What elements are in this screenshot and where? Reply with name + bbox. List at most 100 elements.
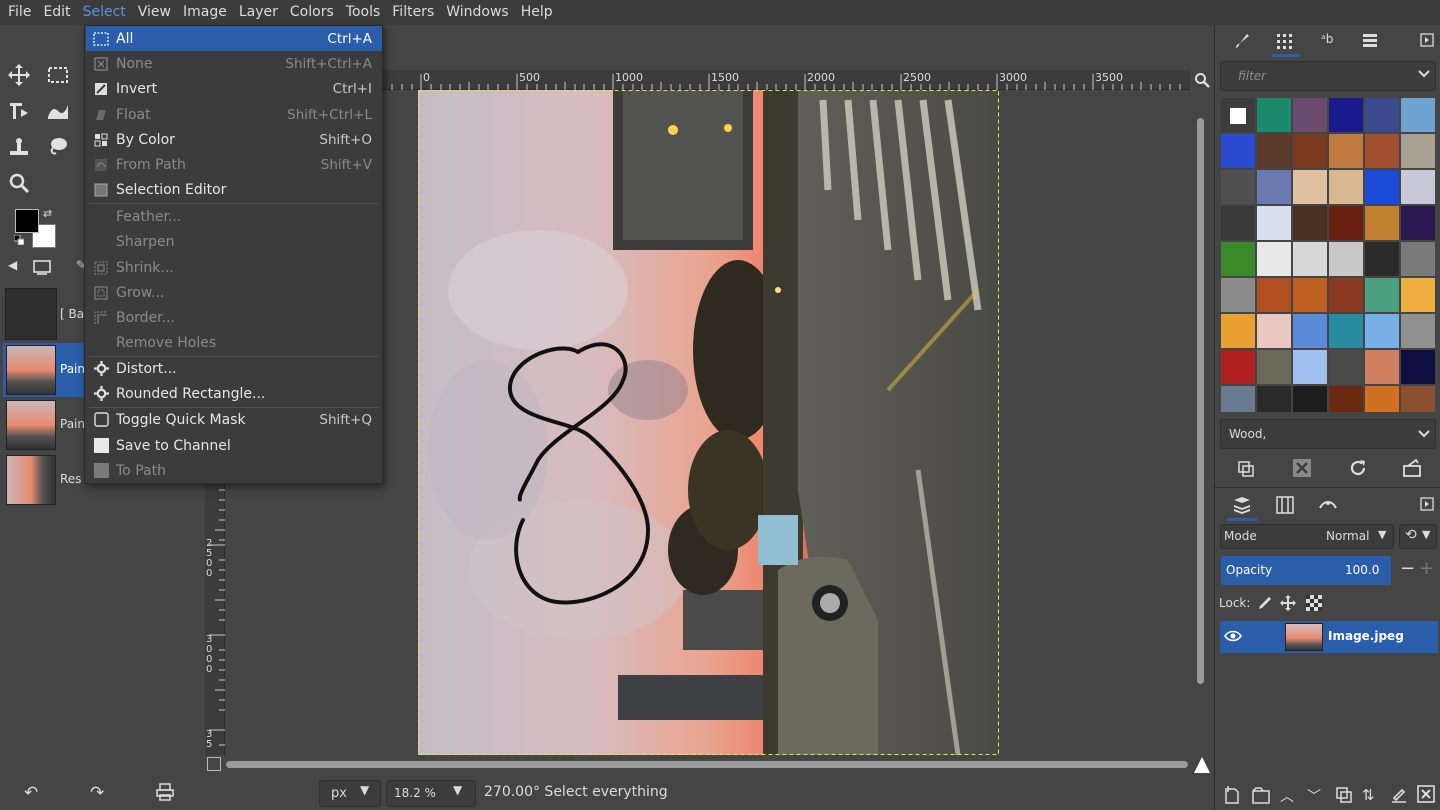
- layer-name[interactable]: Image.jpeg: [1328, 629, 1404, 643]
- delete-layer-icon[interactable]: [1417, 785, 1435, 807]
- undo-icon[interactable]: ↶: [24, 783, 38, 803]
- pattern-swatch[interactable]: [1257, 242, 1291, 276]
- pattern-swatch[interactable]: [1257, 98, 1291, 132]
- print-icon[interactable]: [155, 783, 175, 805]
- lasso-tool-icon[interactable]: [42, 131, 74, 163]
- image-thumb-2[interactable]: [6, 345, 56, 395]
- lower-layer-icon[interactable]: ﹀: [1307, 786, 1321, 806]
- rect-select-tool-icon[interactable]: [42, 59, 74, 91]
- foreground-color-swatch[interactable]: [15, 209, 39, 233]
- lock-position-icon[interactable]: [1280, 595, 1296, 615]
- menu-select[interactable]: Select: [77, 0, 132, 25]
- pattern-swatch[interactable]: [1365, 242, 1399, 276]
- pattern-swatch[interactable]: [1401, 350, 1435, 384]
- menu-item-selection-editor[interactable]: Selection Editor: [86, 177, 382, 202]
- quick-mask-toggle-icon[interactable]: [207, 757, 221, 771]
- paths-tab-icon[interactable]: [1318, 496, 1338, 518]
- pattern-swatch[interactable]: [1401, 278, 1435, 312]
- layers-tab-icon[interactable]: [1232, 496, 1252, 518]
- menu-item-from-path[interactable]: From Path Shift+V: [86, 152, 382, 177]
- new-layer-icon[interactable]: [1224, 786, 1240, 808]
- pattern-swatch[interactable]: [1221, 314, 1255, 348]
- menu-item-sharpen[interactable]: Sharpen: [86, 229, 382, 254]
- pattern-swatch[interactable]: [1401, 170, 1435, 204]
- new-layer-group-icon[interactable]: [1252, 786, 1270, 808]
- pattern-swatch[interactable]: [1329, 350, 1363, 384]
- patterns-tab-icon[interactable]: [1275, 32, 1295, 56]
- pattern-swatch[interactable]: [1401, 314, 1435, 348]
- brushes-tab-icon[interactable]: [1233, 32, 1251, 54]
- unit-selector[interactable]: px ▼: [319, 780, 381, 807]
- image-thumb-4[interactable]: [6, 455, 56, 505]
- pattern-swatch[interactable]: [1257, 386, 1291, 412]
- pattern-swatch[interactable]: [1365, 314, 1399, 348]
- pattern-swatch[interactable]: [1293, 314, 1327, 348]
- menu-help[interactable]: Help: [515, 0, 559, 25]
- layer-row-selected[interactable]: Image.jpeg: [1220, 621, 1438, 653]
- open-pattern-icon[interactable]: [1402, 458, 1422, 482]
- layer-mask-icon[interactable]: [1390, 786, 1408, 808]
- pattern-swatch[interactable]: [1293, 278, 1327, 312]
- pattern-swatch[interactable]: [1293, 170, 1327, 204]
- menu-item-feather[interactable]: Feather...: [86, 204, 382, 229]
- channels-tab-icon[interactable]: [1276, 496, 1294, 518]
- menu-colors[interactable]: Colors: [284, 0, 340, 25]
- image-thumb-3[interactable]: [6, 400, 56, 450]
- merge-down-icon[interactable]: ⇅: [1362, 786, 1375, 804]
- menu-file[interactable]: File: [2, 0, 37, 25]
- pattern-swatch[interactable]: [1257, 206, 1291, 240]
- pattern-swatch[interactable]: [1221, 242, 1255, 276]
- redo-icon[interactable]: ↷: [90, 783, 104, 803]
- pattern-swatch[interactable]: [1329, 98, 1363, 132]
- pattern-swatch[interactable]: [1329, 386, 1363, 412]
- panel-menu-icon[interactable]: [1420, 33, 1434, 51]
- swap-colors-icon[interactable]: ⇄: [43, 207, 52, 220]
- menu-item-select-all[interactable]: All Ctrl+A: [86, 26, 382, 51]
- pattern-swatch[interactable]: [1257, 170, 1291, 204]
- zoom-tool-icon[interactable]: [3, 167, 35, 199]
- menu-item-shrink[interactable]: Shrink...: [86, 255, 382, 280]
- menu-item-remove-holes[interactable]: Remove Holes: [86, 330, 382, 355]
- pattern-swatch[interactable]: [1401, 98, 1435, 132]
- pattern-swatch[interactable]: [1257, 314, 1291, 348]
- document-history-tab-icon[interactable]: [1361, 32, 1379, 54]
- default-colors-icon[interactable]: [13, 234, 25, 246]
- menu-tools[interactable]: Tools: [340, 0, 387, 25]
- pattern-swatch[interactable]: [1401, 386, 1435, 412]
- opacity-decrease-icon[interactable]: −: [1400, 558, 1415, 579]
- pattern-swatch[interactable]: [1329, 170, 1363, 204]
- layer-mode-selector[interactable]: Mode Normal ▼: [1220, 524, 1394, 549]
- pattern-swatch[interactable]: [1293, 350, 1327, 384]
- pattern-swatch[interactable]: [1365, 134, 1399, 168]
- tab-left-arrow-icon[interactable]: ◀: [8, 258, 17, 272]
- transform-tool-icon[interactable]: [3, 95, 35, 127]
- lock-alpha-icon[interactable]: [1306, 595, 1322, 615]
- refresh-patterns-icon[interactable]: [1348, 458, 1368, 482]
- menu-item-float[interactable]: Float Shift+Ctrl+L: [86, 102, 382, 127]
- menu-item-toggle-quick-mask[interactable]: Toggle Quick Mask Shift+Q: [86, 407, 382, 432]
- eye-visibility-icon[interactable]: [1224, 629, 1242, 647]
- pattern-swatch[interactable]: [1401, 242, 1435, 276]
- delete-pattern-icon[interactable]: [1292, 458, 1312, 482]
- menu-filters[interactable]: Filters: [386, 0, 440, 25]
- canvas-image[interactable]: [418, 90, 999, 755]
- opacity-slider[interactable]: Opacity 100.0: [1221, 556, 1391, 585]
- pattern-swatch[interactable]: [1329, 206, 1363, 240]
- composite-mode-selector[interactable]: ⟲ ▼: [1399, 524, 1437, 549]
- menu-item-grow[interactable]: Grow...: [86, 280, 382, 305]
- warp-tool-icon[interactable]: [42, 95, 74, 127]
- pattern-swatch[interactable]: [1365, 350, 1399, 384]
- pattern-swatch[interactable]: [1221, 278, 1255, 312]
- pattern-swatch[interactable]: [1365, 206, 1399, 240]
- pattern-swatch[interactable]: [1329, 278, 1363, 312]
- pattern-swatch[interactable]: [1365, 386, 1399, 412]
- images-tab-icon[interactable]: [32, 258, 52, 280]
- raise-layer-icon[interactable]: ︿: [1280, 786, 1294, 806]
- pattern-swatch[interactable]: [1293, 134, 1327, 168]
- pattern-swatch[interactable]: [1257, 278, 1291, 312]
- pattern-swatch[interactable]: [1329, 242, 1363, 276]
- menu-item-distort[interactable]: Distort...: [86, 356, 382, 381]
- menu-item-select-none[interactable]: None Shift+Ctrl+A: [86, 51, 382, 76]
- horizontal-scrollbar[interactable]: [226, 761, 1188, 768]
- duplicate-pattern-icon[interactable]: [1237, 460, 1255, 482]
